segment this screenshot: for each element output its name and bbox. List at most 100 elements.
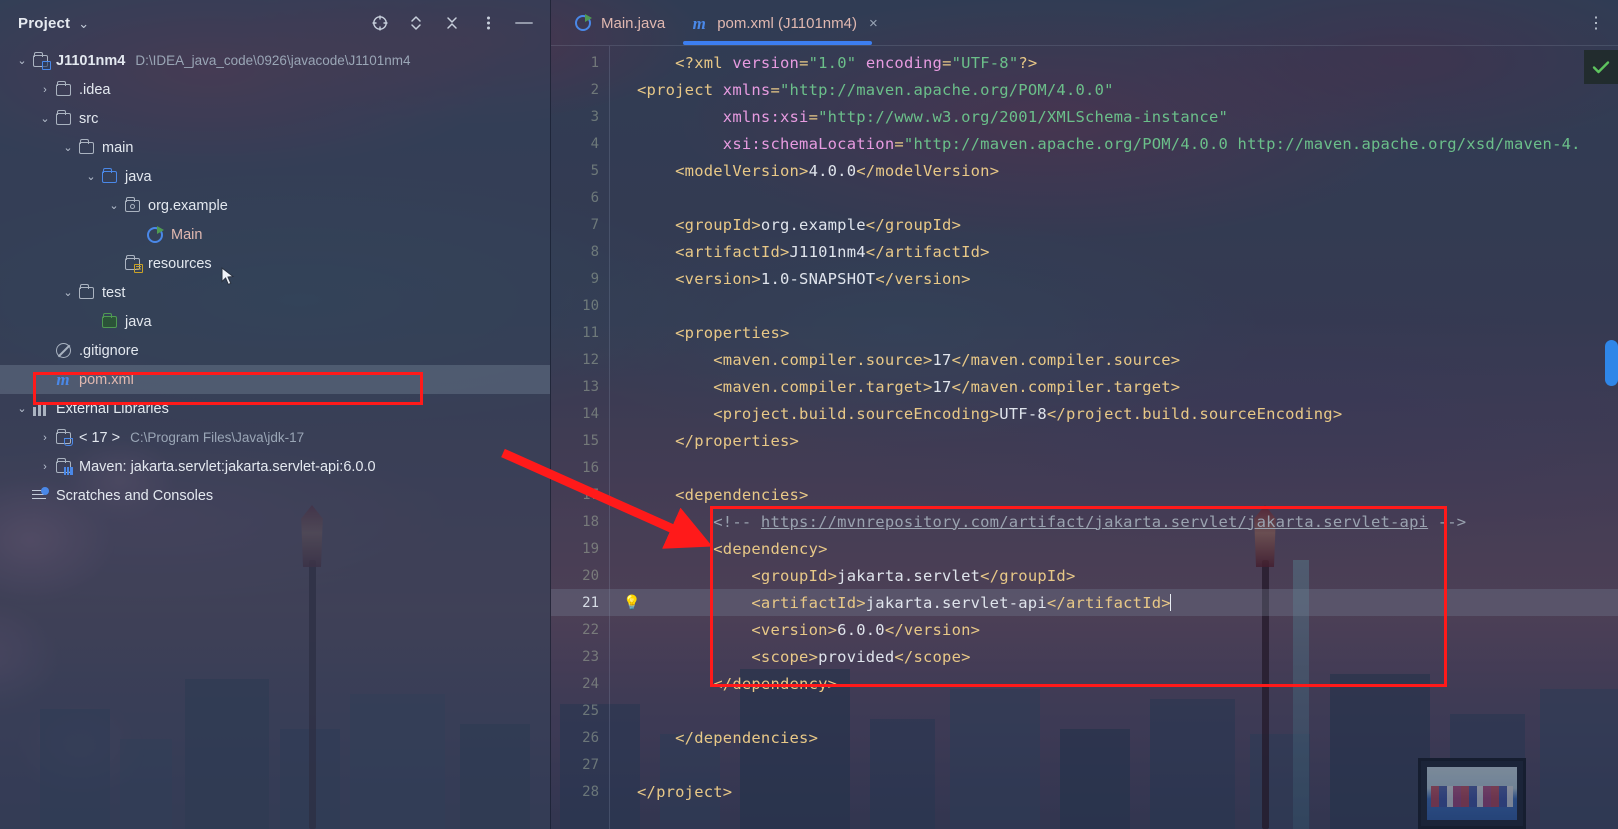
code-line[interactable]: 8 <artifactId>J1101nm4</artifactId> bbox=[551, 238, 1618, 265]
editor-scrollbar-thumb[interactable] bbox=[1605, 340, 1618, 386]
code-line[interactable]: 11 <properties> bbox=[551, 319, 1618, 346]
code-line[interactable]: 12 <maven.compiler.source>17</maven.comp… bbox=[551, 346, 1618, 373]
project-panel-toolbar bbox=[370, 13, 540, 33]
line-number: 20 bbox=[582, 567, 599, 584]
code-line[interactable]: 23 <scope>provided</scope> bbox=[551, 643, 1618, 670]
tree-row[interactable]: ⌄ org.example bbox=[0, 191, 550, 220]
code-line[interactable]: 2 <project xmlns="http://maven.apache.org… bbox=[551, 76, 1618, 103]
tree-row[interactable]: ⌄ java bbox=[0, 162, 550, 191]
code-line[interactable]: 16 bbox=[551, 454, 1618, 481]
tree-row[interactable]: ›mpom.xml bbox=[0, 365, 550, 394]
code-line-text: xmlns:xsi="http://www.w3.org/2001/XMLSch… bbox=[722, 107, 1229, 126]
chevron-down-icon[interactable]: ⌄ bbox=[37, 112, 53, 125]
chevron-down-icon[interactable]: ⌄ bbox=[106, 199, 122, 212]
editor-tabs-more-icon[interactable]: ⋮ bbox=[1588, 13, 1618, 33]
tree-row-path: D:\IDEA_java_code\0926\javacode\J1101nm4 bbox=[135, 53, 411, 68]
tree-row[interactable]: › < 17 > C:\Program Files\Java\jdk-17 bbox=[0, 423, 550, 452]
chevron-down-icon[interactable]: ⌄ bbox=[78, 17, 89, 30]
code-line[interactable]: 10 bbox=[551, 292, 1618, 319]
code-line-text: <dependency> bbox=[637, 539, 828, 558]
code-line[interactable]: 15 </properties> bbox=[551, 427, 1618, 454]
code-line[interactable]: 3 xmlns:xsi="http://www.w3.org/2001/XMLS… bbox=[551, 103, 1618, 130]
tree-row[interactable]: ⌄ src bbox=[0, 104, 550, 133]
code-line[interactable]: 14 <project.build.sourceEncoding>UTF-8</… bbox=[551, 400, 1618, 427]
tree-row-label: .gitignore bbox=[79, 342, 139, 359]
line-number: 19 bbox=[582, 540, 599, 557]
code-line[interactable]: 1 <?xml version="1.0" encoding="UTF-8"?> bbox=[551, 49, 1618, 76]
intention-bulb-icon[interactable]: 💡 bbox=[623, 594, 641, 611]
chevron-right-icon[interactable]: › bbox=[37, 84, 53, 96]
folder-icon bbox=[76, 283, 96, 299]
tree-row[interactable]: ⌄ J1101nm4 D:\IDEA_java_code\0926\javacode… bbox=[0, 46, 550, 75]
editor-tab[interactable]: Main.java bbox=[561, 0, 677, 46]
project-tool-window: Project ⌄ ⌄ J1101nm4 D:\IDEA_java_code\0… bbox=[0, 0, 550, 829]
chevron-down-icon[interactable]: ⌄ bbox=[83, 170, 99, 183]
library-icon bbox=[53, 457, 73, 475]
editor-tab[interactable]: m pom.xml (J1101nm4) × bbox=[677, 0, 890, 46]
code-line[interactable]: 17 <dependencies> bbox=[551, 481, 1618, 508]
line-number: 4 bbox=[590, 135, 599, 152]
code-line[interactable]: 13 <maven.compiler.target>17</maven.comp… bbox=[551, 373, 1618, 400]
inspection-status-badge[interactable] bbox=[1584, 50, 1618, 84]
tree-row[interactable]: › Maven: jakarta.servlet:jakarta.servlet-… bbox=[0, 452, 550, 481]
mouse-cursor bbox=[221, 266, 235, 287]
tree-row[interactable]: ›resources bbox=[0, 249, 550, 278]
collapse-all-icon[interactable] bbox=[442, 13, 462, 33]
tree-row[interactable]: › .idea bbox=[0, 75, 550, 104]
chevron-down-icon[interactable]: ⌄ bbox=[60, 141, 76, 154]
tree-row-label: Scratches and Consoles bbox=[56, 487, 214, 504]
tree-row[interactable]: ⌄ External Libraries bbox=[0, 394, 550, 423]
code-line[interactable]: 18 <!-- https://mvnrepository.com/artifa… bbox=[551, 508, 1618, 535]
code-line[interactable]: 19 <dependency> bbox=[551, 535, 1618, 562]
gitignore-icon bbox=[53, 343, 73, 358]
code-line-current[interactable]: 21 💡 <artifactId>jakarta.servlet-api</art… bbox=[551, 589, 1618, 616]
code-line[interactable]: 27 bbox=[551, 751, 1618, 778]
expand-collapse-icon[interactable] bbox=[406, 13, 426, 33]
external-libraries-icon bbox=[30, 401, 50, 416]
jdk-icon bbox=[53, 428, 73, 446]
code-line-text: <dependencies> bbox=[637, 485, 809, 504]
code-line[interactable]: 4 xsi:schemaLocation="http://maven.apach… bbox=[551, 130, 1618, 157]
tree-row[interactable]: ⌄ main bbox=[0, 133, 550, 162]
chevron-right-icon[interactable]: › bbox=[37, 461, 53, 473]
tree-row-label: External Libraries bbox=[56, 400, 169, 417]
code-line-text: <artifactId>jakarta.servlet-api</artifac… bbox=[637, 593, 1172, 612]
code-line-text: <groupId>org.example</groupId> bbox=[637, 215, 962, 234]
code-line[interactable]: 26 </dependencies> bbox=[551, 724, 1618, 751]
code-line[interactable]: 25 bbox=[551, 697, 1618, 724]
resources-folder-icon bbox=[122, 254, 143, 273]
code-line[interactable]: 6 bbox=[551, 184, 1618, 211]
tree-row[interactable]: ›Main bbox=[0, 220, 550, 249]
code-line[interactable]: 28 </project> bbox=[551, 778, 1618, 805]
code-line-text: <project.build.sourceEncoding>UTF-8</pro… bbox=[637, 404, 1343, 423]
code-line-text: xsi:schemaLocation="http://maven.apache.… bbox=[722, 134, 1581, 153]
line-number: 27 bbox=[582, 756, 599, 773]
close-icon[interactable]: × bbox=[869, 15, 878, 32]
tree-row[interactable]: ›.gitignore bbox=[0, 336, 550, 365]
line-number: 6 bbox=[590, 189, 599, 206]
test-source-folder-icon bbox=[99, 312, 119, 328]
more-options-icon[interactable] bbox=[478, 13, 498, 33]
line-number: 15 bbox=[582, 432, 599, 449]
code-line-text: </dependencies> bbox=[637, 728, 819, 747]
code-line[interactable]: 24 </dependency> bbox=[551, 670, 1618, 697]
tree-row[interactable]: ›java bbox=[0, 307, 550, 336]
code-line[interactable]: 9 <version>1.0-SNAPSHOT</version> bbox=[551, 265, 1618, 292]
code-line[interactable]: 5 <modelVersion>4.0.0</modelVersion> bbox=[551, 157, 1618, 184]
tree-row-label: org.example bbox=[148, 197, 228, 214]
tree-row[interactable]: ›Scratches and Consoles bbox=[0, 481, 550, 510]
minimize-icon[interactable] bbox=[514, 13, 534, 33]
code-line[interactable]: 20 <groupId>jakarta.servlet</groupId> bbox=[551, 562, 1618, 589]
chevron-down-icon[interactable]: ⌄ bbox=[14, 54, 30, 67]
code-editor[interactable]: 1 <?xml version="1.0" encoding="UTF-8"?>… bbox=[551, 46, 1618, 829]
tree-row-label: java bbox=[125, 168, 152, 185]
chevron-down-icon[interactable]: ⌄ bbox=[60, 286, 76, 299]
code-line[interactable]: 22 <version>6.0.0</version> bbox=[551, 616, 1618, 643]
code-line[interactable]: 7 <groupId>org.example</groupId> bbox=[551, 211, 1618, 238]
line-number: 7 bbox=[590, 216, 599, 233]
tree-row[interactable]: ⌄ test bbox=[0, 278, 550, 307]
chevron-down-icon[interactable]: ⌄ bbox=[14, 402, 30, 415]
locate-icon[interactable] bbox=[370, 13, 390, 33]
line-number: 28 bbox=[582, 783, 599, 800]
chevron-right-icon[interactable]: › bbox=[37, 432, 53, 444]
